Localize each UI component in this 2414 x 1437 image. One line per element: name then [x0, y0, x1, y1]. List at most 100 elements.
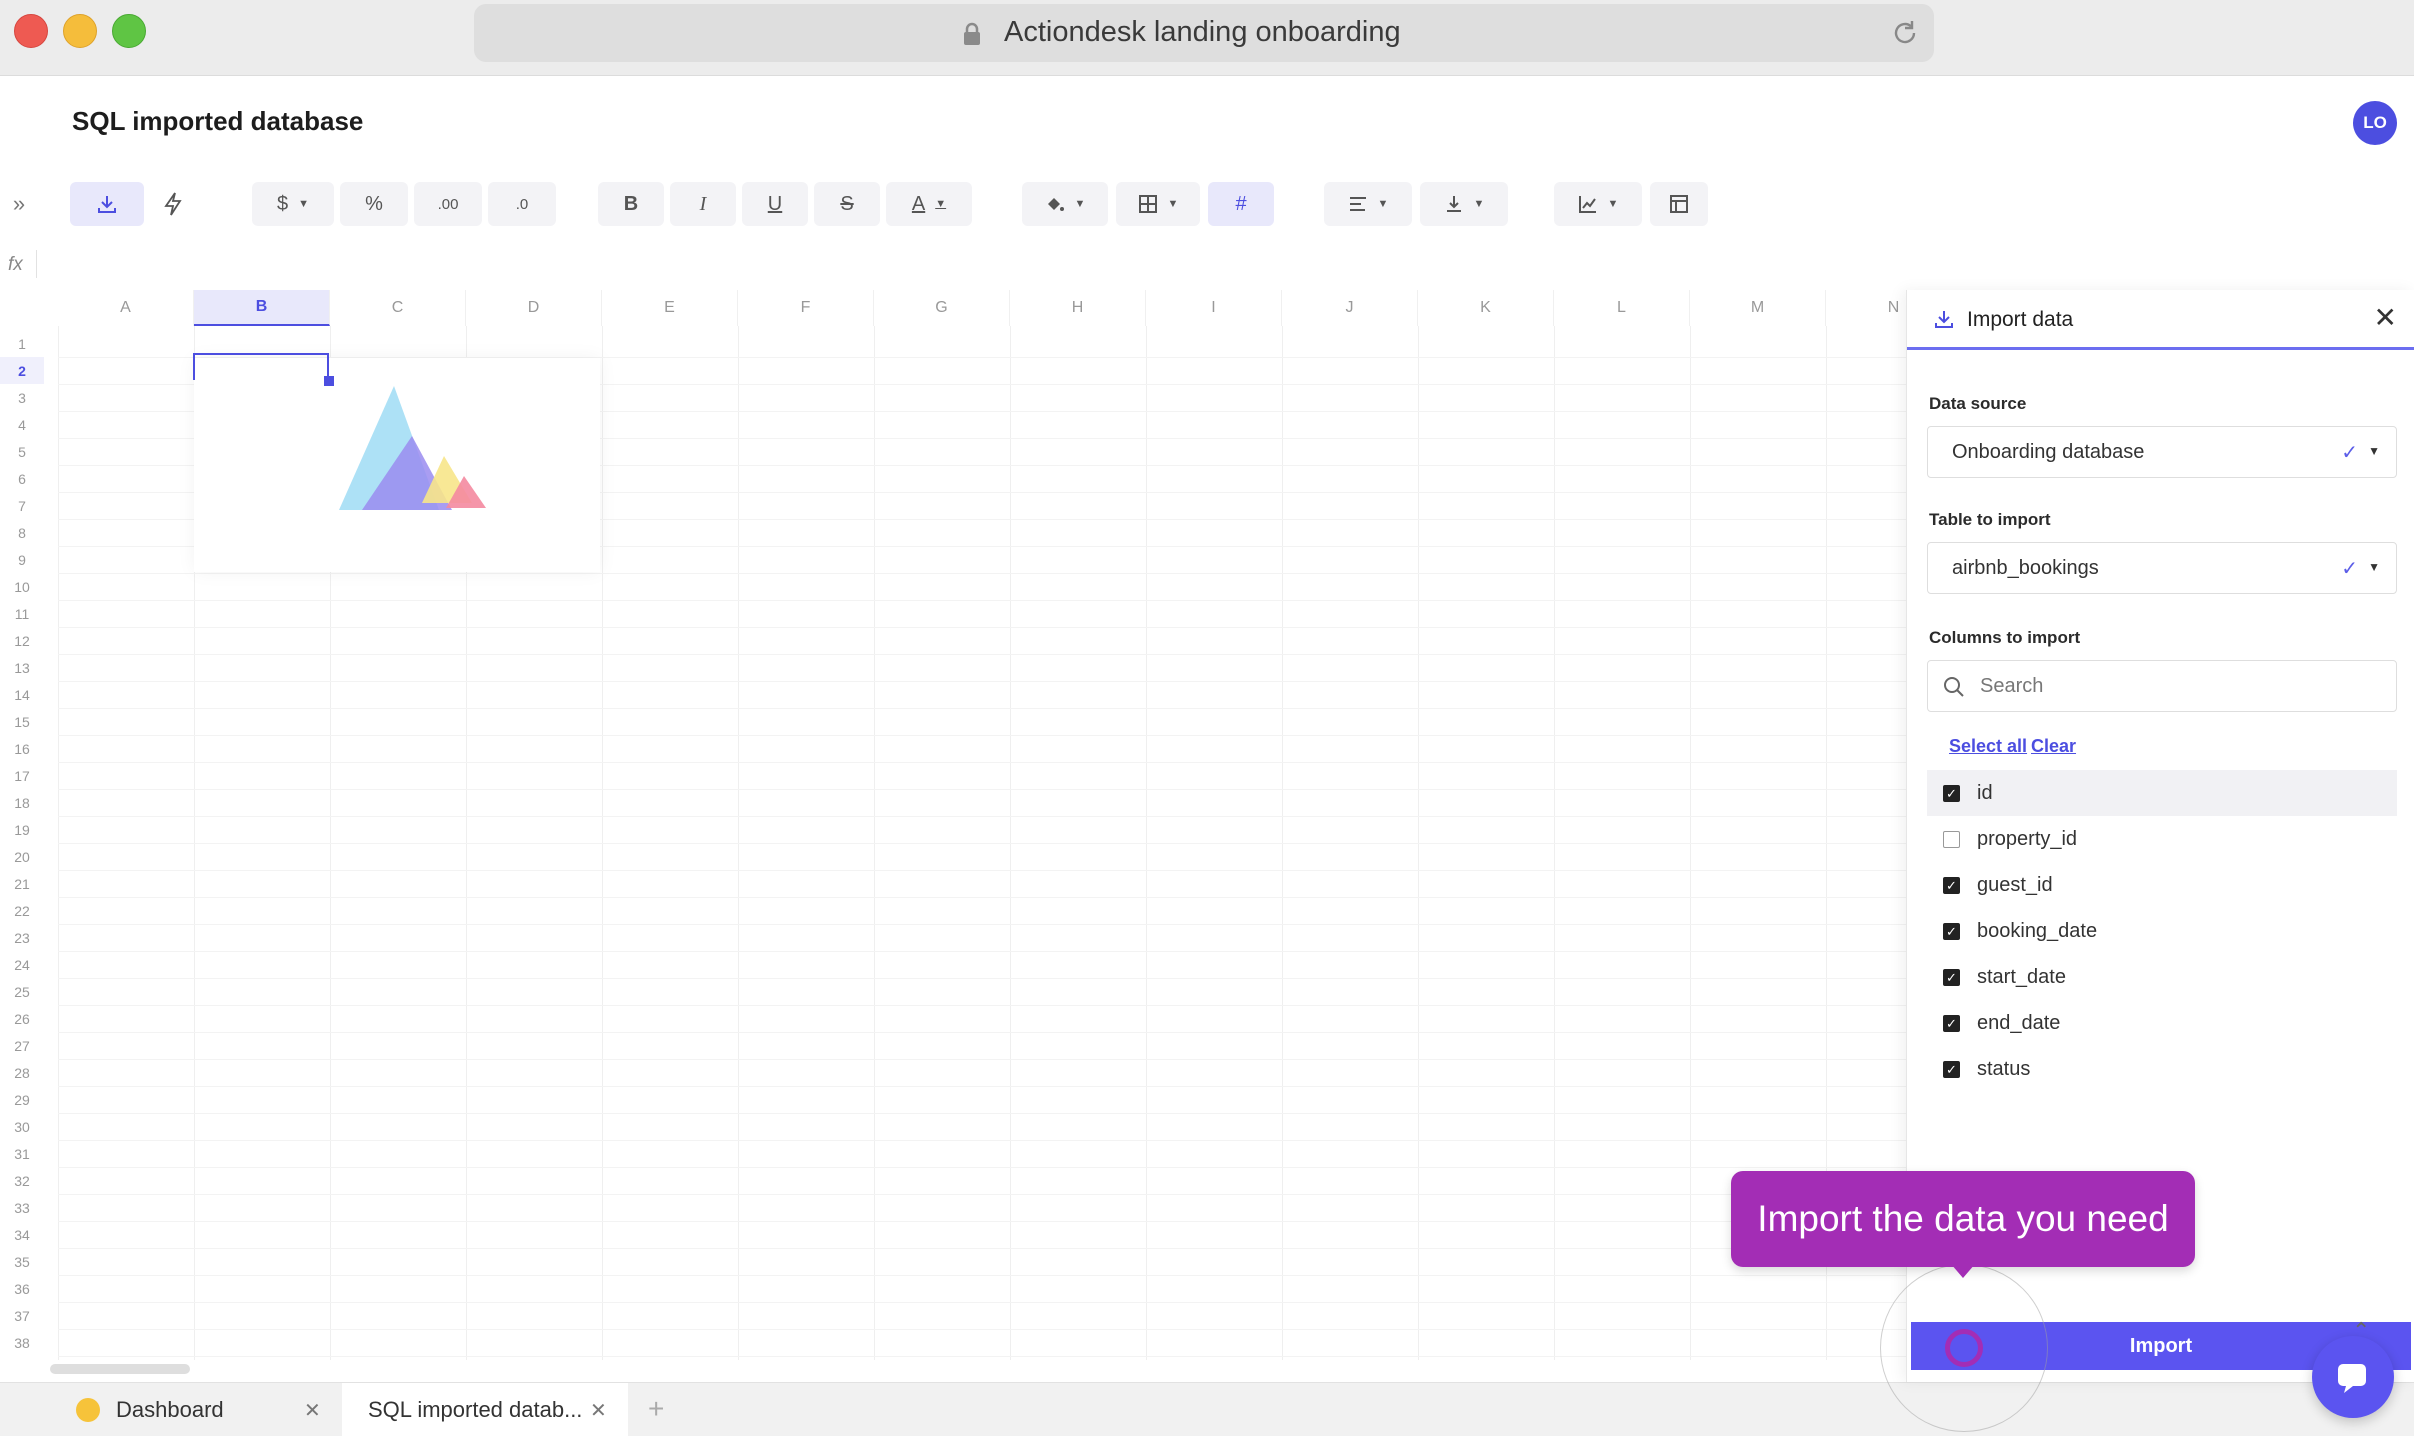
search-input[interactable]: [1980, 671, 2380, 701]
column-option[interactable]: ✓ guest_id: [1927, 862, 2397, 908]
row-header[interactable]: 28: [0, 1059, 44, 1086]
borders-dropdown[interactable]: ▼: [1116, 182, 1200, 226]
reload-icon[interactable]: [1890, 18, 1920, 48]
decrease-decimals-button[interactable]: .0: [488, 182, 556, 226]
row-header[interactable]: 25: [0, 978, 44, 1005]
row-header[interactable]: 8: [0, 519, 44, 546]
row-header[interactable]: 32: [0, 1167, 44, 1194]
import-data-button[interactable]: [70, 182, 144, 226]
close-icon[interactable]: ✕: [2374, 304, 2397, 332]
column-header[interactable]: M: [1690, 290, 1826, 326]
row-header[interactable]: 12: [0, 627, 44, 654]
italic-button[interactable]: I: [670, 182, 736, 226]
embedded-image-card[interactable]: [194, 358, 600, 572]
column-header[interactable]: I: [1146, 290, 1282, 326]
clear-link[interactable]: Clear: [2031, 736, 2076, 757]
row-header[interactable]: 19: [0, 816, 44, 843]
row-header[interactable]: 7: [0, 492, 44, 519]
percent-format-button[interactable]: %: [340, 182, 408, 226]
row-header[interactable]: 26: [0, 1005, 44, 1032]
checkbox-checked[interactable]: ✓: [1943, 969, 1960, 986]
column-option[interactable]: ✓ id: [1927, 770, 2397, 816]
column-header[interactable]: F: [738, 290, 874, 326]
row-header[interactable]: 31: [0, 1140, 44, 1167]
row-header[interactable]: 16: [0, 735, 44, 762]
row-header[interactable]: 18: [0, 789, 44, 816]
row-header[interactable]: 35: [0, 1248, 44, 1275]
row-header[interactable]: 30: [0, 1113, 44, 1140]
minimize-window-button[interactable]: [63, 14, 97, 48]
column-header[interactable]: A: [58, 290, 194, 326]
sheet-tab-dashboard[interactable]: Dashboard ✕: [56, 1383, 338, 1437]
increase-decimals-button[interactable]: .00: [414, 182, 482, 226]
row-header[interactable]: 3: [0, 384, 44, 411]
checkbox-checked[interactable]: ✓: [1943, 877, 1960, 894]
row-header[interactable]: 2: [0, 357, 44, 384]
table-select[interactable]: airbnb_bookings ✓ ▼: [1927, 542, 2397, 594]
checkbox-unchecked[interactable]: [1943, 831, 1960, 848]
checkbox-checked[interactable]: ✓: [1943, 1061, 1960, 1078]
row-header[interactable]: 10: [0, 573, 44, 600]
column-header[interactable]: H: [1010, 290, 1146, 326]
row-header[interactable]: 9: [0, 546, 44, 573]
close-tab-icon[interactable]: ✕: [304, 1398, 321, 1423]
row-header[interactable]: 13: [0, 654, 44, 681]
column-header[interactable]: B: [194, 290, 330, 326]
pivot-table-button[interactable]: [1650, 182, 1708, 226]
vertical-align-dropdown[interactable]: ▼: [1420, 182, 1508, 226]
select-all-link[interactable]: Select all: [1949, 736, 2027, 757]
bold-button[interactable]: B: [598, 182, 664, 226]
expand-sidebar-icon[interactable]: »: [4, 182, 34, 226]
address-bar[interactable]: Actiondesk landing onboarding: [474, 4, 1934, 62]
selected-cell[interactable]: [193, 353, 329, 380]
column-option[interactable]: ✓ booking_date: [1927, 908, 2397, 954]
strikethrough-button[interactable]: S: [814, 182, 880, 226]
row-header[interactable]: 20: [0, 843, 44, 870]
row-header[interactable]: 4: [0, 411, 44, 438]
horizontal-scrollbar[interactable]: [50, 1364, 190, 1374]
column-option[interactable]: ✓ status: [1927, 1046, 2397, 1092]
row-header[interactable]: 37: [0, 1302, 44, 1329]
row-header[interactable]: 17: [0, 762, 44, 789]
row-header[interactable]: 21: [0, 870, 44, 897]
column-option[interactable]: property_id: [1927, 816, 2397, 862]
add-sheet-button[interactable]: +: [648, 1393, 664, 1425]
row-header[interactable]: 11: [0, 600, 44, 627]
automation-button[interactable]: [150, 182, 196, 226]
column-header[interactable]: J: [1282, 290, 1418, 326]
row-header[interactable]: 33: [0, 1194, 44, 1221]
row-header[interactable]: 29: [0, 1086, 44, 1113]
row-header[interactable]: 38: [0, 1329, 44, 1356]
row-header[interactable]: 6: [0, 465, 44, 492]
number-format-button[interactable]: #: [1208, 182, 1274, 226]
align-dropdown[interactable]: ▼: [1324, 182, 1412, 226]
row-header[interactable]: 24: [0, 951, 44, 978]
chart-dropdown[interactable]: ▼: [1554, 182, 1642, 226]
row-header[interactable]: 34: [0, 1221, 44, 1248]
fill-handle[interactable]: [324, 376, 334, 386]
checkbox-checked[interactable]: ✓: [1943, 923, 1960, 940]
fill-color-dropdown[interactable]: ▼: [1022, 182, 1108, 226]
checkbox-checked[interactable]: ✓: [1943, 785, 1960, 802]
spreadsheet-title[interactable]: SQL imported database: [72, 106, 363, 137]
support-chat-button[interactable]: [2312, 1336, 2394, 1418]
user-avatar[interactable]: LO: [2353, 101, 2397, 145]
sheet-tab-sql-imported[interactable]: SQL imported datab... ✕: [342, 1383, 628, 1437]
column-option[interactable]: ✓ start_date: [1927, 954, 2397, 1000]
column-option[interactable]: ✓ end_date: [1927, 1000, 2397, 1046]
column-header[interactable]: L: [1554, 290, 1690, 326]
column-header[interactable]: G: [874, 290, 1010, 326]
row-header[interactable]: 5: [0, 438, 44, 465]
underline-button[interactable]: U: [742, 182, 808, 226]
column-header[interactable]: K: [1418, 290, 1554, 326]
column-header[interactable]: C: [330, 290, 466, 326]
currency-format-dropdown[interactable]: $ ▼: [252, 182, 334, 226]
row-header[interactable]: 36: [0, 1275, 44, 1302]
checkbox-checked[interactable]: ✓: [1943, 1015, 1960, 1032]
column-header[interactable]: D: [466, 290, 602, 326]
row-header[interactable]: 15: [0, 708, 44, 735]
row-header[interactable]: 1: [0, 330, 44, 357]
column-header[interactable]: E: [602, 290, 738, 326]
row-header[interactable]: 14: [0, 681, 44, 708]
column-header[interactable]: N: [1826, 290, 1906, 326]
